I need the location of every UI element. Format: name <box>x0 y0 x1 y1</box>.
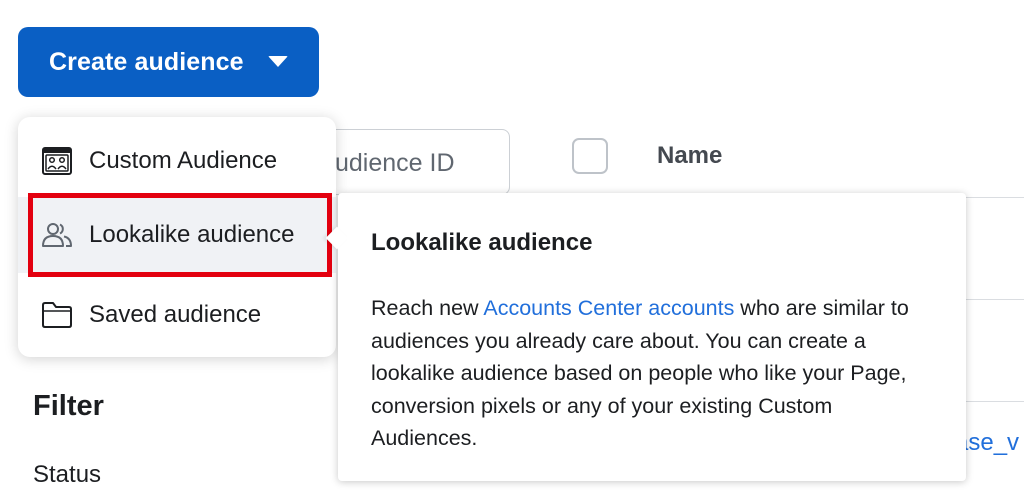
folder-icon <box>40 298 74 332</box>
tooltip-title: Lookalike audience <box>371 229 593 256</box>
filter-heading: Filter <box>33 390 104 422</box>
audiences-page: Create audience udience ID Name ase_v Fi… <box>0 0 1024 493</box>
create-audience-button[interactable]: Create audience <box>18 27 319 97</box>
menu-item-lookalike-audience[interactable]: Lookalike audience <box>18 197 336 273</box>
tooltip-body: Reach new Accounts Center accounts who a… <box>371 292 941 455</box>
caret-down-icon <box>268 56 288 67</box>
menu-item-saved-audience[interactable]: Saved audience <box>18 277 336 353</box>
accounts-center-link[interactable]: Accounts Center accounts <box>483 296 734 320</box>
menu-item-label: Saved audience <box>89 301 262 328</box>
create-audience-label: Create audience <box>49 47 244 76</box>
table-row-divider <box>966 197 1024 198</box>
menu-item-custom-audience[interactable]: Custom Audience <box>18 123 336 199</box>
tooltip-body-start: Reach new <box>371 296 484 320</box>
table-row-divider <box>966 401 1024 402</box>
menu-item-label: Lookalike audience <box>89 221 295 248</box>
table-row-divider <box>966 299 1024 300</box>
select-all-checkbox[interactable] <box>572 138 608 174</box>
column-header-name[interactable]: Name <box>657 142 722 170</box>
lookalike-tooltip: Lookalike audience Reach new Accounts Ce… <box>325 193 966 481</box>
filter-status-label[interactable]: Status <box>33 461 101 489</box>
custom-audience-icon <box>40 144 74 178</box>
people-icon <box>40 218 74 252</box>
menu-item-label: Custom Audience <box>89 147 278 174</box>
search-placeholder: udience ID <box>335 149 455 177</box>
create-audience-menu: Custom Audience Lookalike audience Saved… <box>18 117 336 357</box>
